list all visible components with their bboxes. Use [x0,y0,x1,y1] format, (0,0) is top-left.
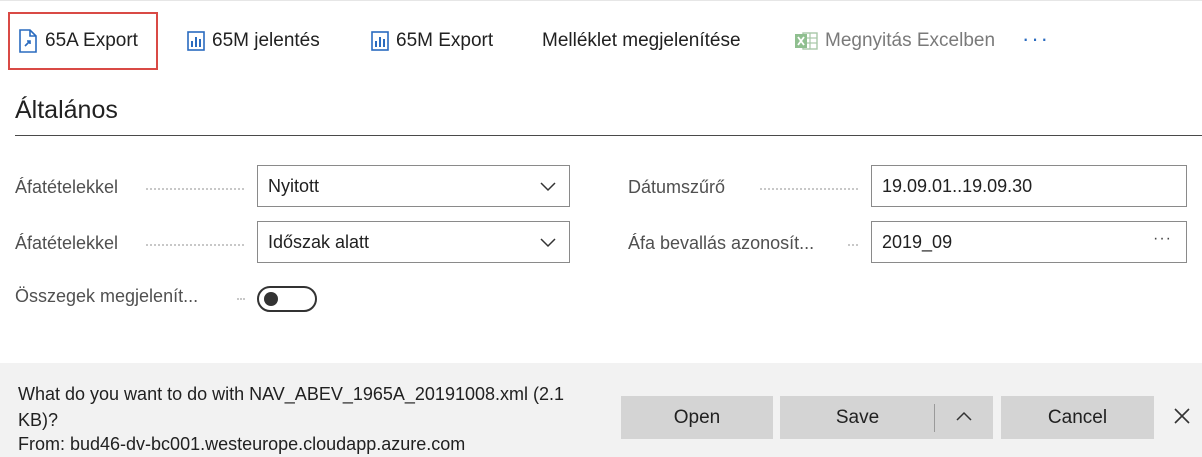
export-65m-label: 65M Export [396,30,494,51]
more-actions-button[interactable]: ··· [1022,26,1050,52]
afatetelekkel-1-select[interactable]: Nyitott [257,165,570,207]
report-65m-label: 65M jelentés [212,30,320,51]
chevron-up-icon [955,407,973,429]
chevron-down-icon [539,233,557,256]
field-leader [760,188,858,190]
action-toolbar: 65A Export 65M jelentés 65M Export Mellé… [0,0,1202,80]
section-divider [15,135,1202,136]
download-source: From: bud46-dv-bc001.westeurope.cloudapp… [18,434,466,454]
afa-bevallas-label: Áfa bevallás azonosít... [628,233,815,253]
osszegek-toggle[interactable] [257,286,317,312]
report-icon [187,31,205,51]
lookup-ellipsis-button[interactable]: ··· [1153,230,1172,248]
show-attachment-label: Melléklet megjelenítése [542,30,741,51]
close-icon[interactable] [1172,406,1192,431]
save-label: Save [835,406,880,428]
open-in-excel-button[interactable]: Megnyitás Excelben [794,18,995,64]
field-leader [146,244,244,246]
field-leader [237,298,245,300]
export-file-icon [18,29,38,53]
chevron-down-icon [539,177,557,200]
export-65a-label: 65A Export [45,30,138,51]
cancel-button[interactable]: Cancel [1001,396,1154,439]
afatetelekkel-1-label: Áfatételekkel [15,177,119,197]
afa-bevallas-value: 2019_09 [882,231,953,252]
download-question-line2: KB)? [18,410,59,430]
field-leader [146,188,244,190]
toggle-knob [264,292,278,306]
afatetelekkel-2-select[interactable]: Időszak alatt [257,221,570,263]
export-65a-button[interactable]: 65A Export [18,18,138,64]
osszegek-label: Összegek megjelenít... [15,286,199,306]
cancel-label: Cancel [1047,406,1108,428]
field-leader [848,244,858,246]
show-attachment-button[interactable]: Melléklet megjelenítése [542,18,741,64]
excel-icon [794,31,818,51]
afatetelekkel-1-value: Nyitott [268,175,320,196]
open-label: Open [673,406,721,428]
datumszuro-label: Dátumszűrő [628,177,726,197]
split-divider [934,404,935,432]
afatetelekkel-2-value: Időszak alatt [268,231,370,252]
afa-bevallas-input[interactable]: 2019_09 ··· [871,221,1187,263]
open-in-excel-label: Megnyitás Excelben [825,30,996,51]
report-65m-button[interactable]: 65M jelentés [187,18,320,64]
afatetelekkel-2-label: Áfatételekkel [15,233,119,253]
download-question-line1: What do you want to do with NAV_ABEV_196… [18,384,565,404]
report-icon [371,31,389,51]
section-title: Általános [15,96,118,124]
open-button[interactable]: Open [621,396,773,439]
datumszuro-value: 19.09.01..19.09.30 [882,175,1033,196]
export-65m-button[interactable]: 65M Export [371,18,493,64]
save-options-button[interactable] [935,396,993,439]
save-button[interactable]: Save [780,396,935,439]
datumszuro-input[interactable]: 19.09.01..19.09.30 [871,165,1187,207]
